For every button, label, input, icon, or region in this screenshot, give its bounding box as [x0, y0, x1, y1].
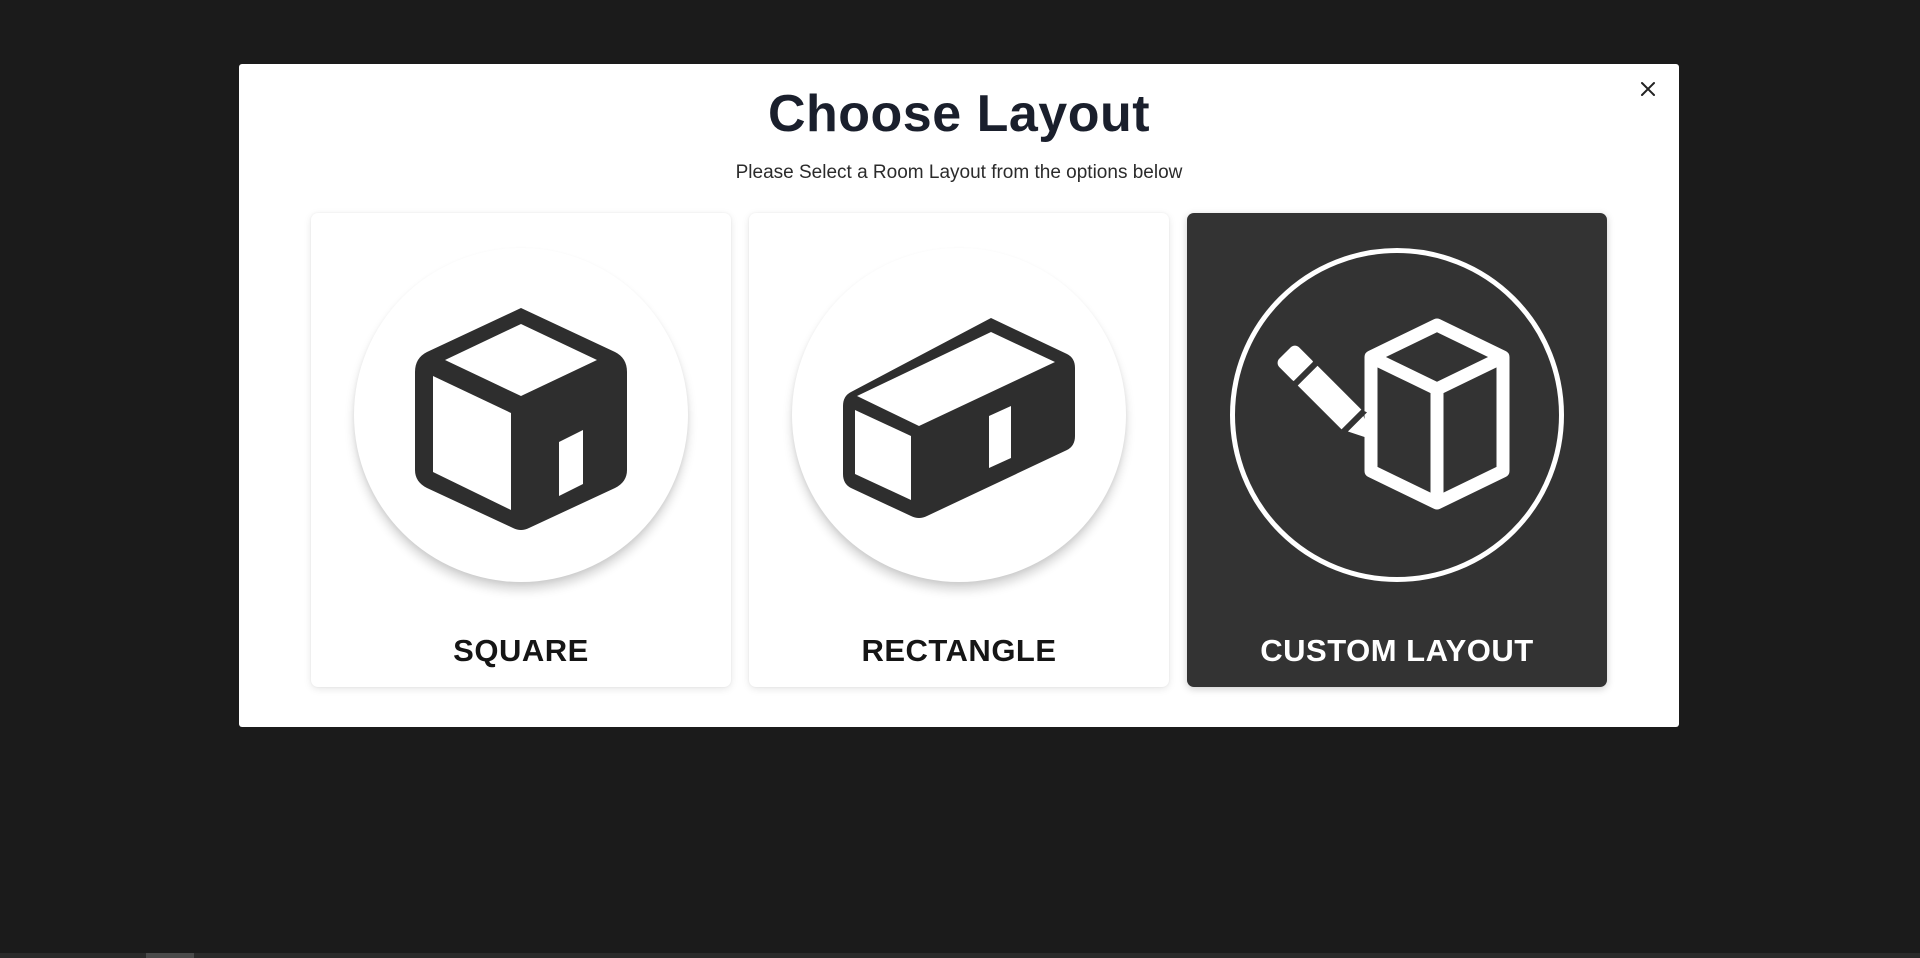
layout-option-rectangle[interactable]: RECTANGLE — [749, 213, 1169, 687]
square-room-icon — [415, 308, 627, 530]
option-icon-circle — [1230, 248, 1564, 582]
option-icon-circle — [354, 248, 688, 582]
scrollbar-thumb[interactable] — [146, 953, 194, 958]
option-icon-circle — [792, 248, 1126, 582]
choose-layout-dialog: Choose Layout Please Select a Room Layou… — [239, 64, 1679, 727]
option-label: RECTANGLE — [861, 633, 1057, 668]
option-label: CUSTOM LAYOUT — [1260, 633, 1534, 668]
bottom-scroll-strip — [0, 953, 1920, 958]
rectangle-room-icon — [843, 318, 1075, 518]
layout-option-square[interactable]: SQUARE — [311, 213, 731, 687]
dialog-title: Choose Layout — [767, 85, 1151, 143]
custom-layout-icon — [1277, 318, 1510, 510]
layout-options: SQUARE RECTANGLE CUSTOM LAYOUT — [311, 213, 1607, 687]
dialog-subtitle: Please Select a Room Layout from the opt… — [735, 162, 1183, 183]
option-label: SQUARE — [453, 633, 589, 668]
layout-option-custom[interactable]: CUSTOM LAYOUT — [1187, 213, 1607, 687]
